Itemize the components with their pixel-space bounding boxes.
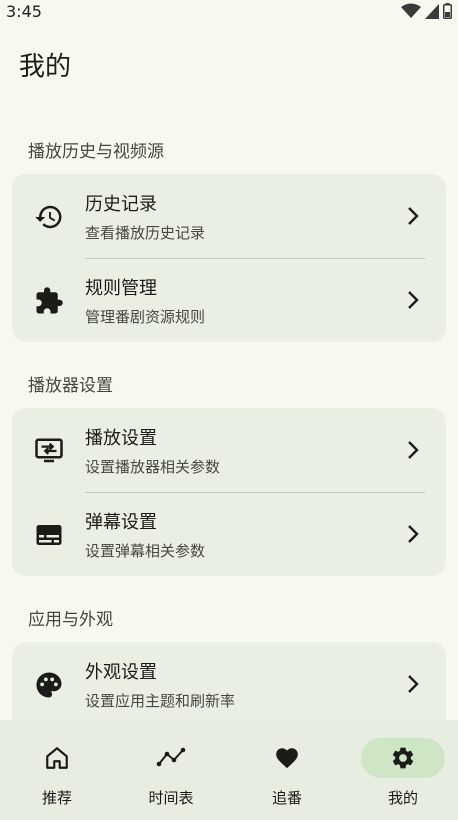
nav-item-timeline[interactable]: 时间表	[114, 720, 228, 820]
row-subtitle: 设置弹幕相关参数	[85, 542, 206, 560]
nav-label: 追番	[271, 789, 302, 807]
chevron-right-icon	[408, 525, 419, 543]
nav-label: 我的	[387, 789, 418, 807]
row-title: 规则管理	[85, 278, 157, 299]
gear-icon	[392, 747, 414, 769]
row-title: 外观设置	[85, 662, 157, 683]
nav-label: 推荐	[41, 789, 72, 807]
settings-row-appearance[interactable]: 外观设置 设置应用主题和刷新率	[12, 642, 446, 726]
status-time: 3:45	[6, 2, 42, 21]
chevron-right-icon	[408, 207, 419, 225]
history-icon	[35, 205, 62, 229]
nav-label: 时间表	[148, 789, 194, 807]
row-title: 弹幕设置	[85, 512, 157, 533]
section-header-history: 播放历史与视频源	[28, 142, 164, 162]
row-subtitle: 设置播放器相关参数	[85, 458, 221, 476]
settings-row-history[interactable]: 历史记录 查看播放历史记录	[12, 174, 446, 258]
bottom-nav: 推荐 时间表 追番 我的	[0, 720, 458, 820]
palette-icon	[36, 672, 62, 698]
card-player-settings: 播放设置 设置播放器相关参数 弹幕设置 设置弹幕相关参数	[12, 408, 446, 576]
chevron-right-icon	[408, 441, 419, 459]
settings-row-playback[interactable]: 播放设置 设置播放器相关参数	[12, 408, 446, 492]
nav-item-recommend[interactable]: 推荐	[0, 720, 114, 820]
nav-item-following[interactable]: 追番	[230, 720, 344, 820]
chevron-right-icon	[408, 291, 419, 309]
section-header-player: 播放器设置	[28, 376, 113, 396]
settings-row-danmaku[interactable]: 弹幕设置 设置弹幕相关参数	[12, 492, 446, 576]
puzzle-icon	[36, 287, 63, 314]
status-bar: 3:45	[0, 0, 458, 24]
page-title: 我的	[19, 52, 72, 82]
section-header-appearance: 应用与外观	[28, 610, 113, 630]
card-history-sources: 历史记录 查看播放历史记录 规则管理 管理番剧资源规则	[12, 174, 446, 342]
home-icon	[46, 747, 68, 769]
row-subtitle: 管理番剧资源规则	[85, 308, 206, 326]
nav-icon-container	[245, 738, 329, 778]
subtitles-icon	[36, 525, 62, 545]
nav-icon-container-active	[361, 738, 445, 778]
chevron-right-icon	[408, 675, 419, 693]
wifi-icon	[401, 3, 421, 18]
tv-swap-icon	[35, 438, 63, 463]
heart-icon	[276, 748, 298, 769]
settings-row-rules[interactable]: 规则管理 管理番剧资源规则	[12, 258, 446, 342]
status-icons	[401, 3, 452, 19]
row-subtitle: 查看播放历史记录	[85, 224, 206, 242]
nav-icon-container	[129, 738, 213, 778]
timeline-icon	[156, 747, 186, 767]
signal-icon	[425, 3, 439, 19]
row-title: 历史记录	[85, 194, 157, 215]
nav-item-mine[interactable]: 我的	[346, 720, 458, 820]
screen: 3:45 我的 播放历史与视频源 历史记录 查看播放历史记录 规则管理 管理番剧…	[0, 0, 458, 820]
battery-icon	[443, 3, 452, 19]
nav-icon-container	[15, 738, 99, 778]
row-subtitle: 设置应用主题和刷新率	[85, 692, 236, 710]
row-title: 播放设置	[85, 428, 157, 449]
